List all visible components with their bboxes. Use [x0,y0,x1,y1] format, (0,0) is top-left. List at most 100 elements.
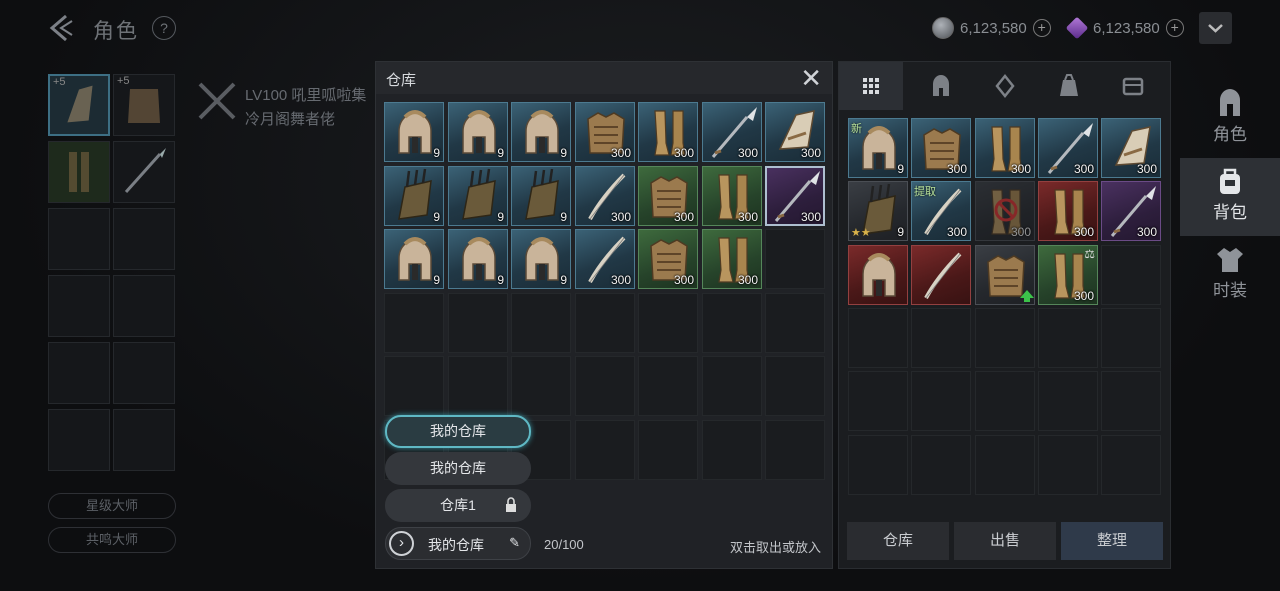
equip-slot-weapon[interactable] [113,141,175,203]
grid-icon[interactable] [839,62,903,110]
edit-pencil-icon[interactable]: ✎ [509,535,520,551]
warehouse-item[interactable]: 300 [702,229,762,289]
inventory-empty-slot[interactable] [1101,245,1161,305]
warehouse-empty-slot[interactable] [765,229,825,289]
inventory-empty-slot[interactable] [975,371,1035,431]
warehouse-item[interactable]: 300 [765,102,825,162]
add-silver-button[interactable]: + [1032,19,1051,37]
inventory-item[interactable]: 300 [975,181,1035,241]
inventory-item[interactable] [975,245,1035,305]
warehouse-item[interactable]: 9 [511,166,571,226]
warehouse-item[interactable]: 300 [638,102,698,162]
close-icon[interactable]: ✕ [800,65,822,91]
warehouse-item[interactable]: 9 [384,229,444,289]
empty-slot-necklace[interactable] [113,275,175,337]
warehouse-empty-slot[interactable] [575,293,635,353]
inventory-item[interactable]: 300 [911,118,971,178]
inventory-item[interactable] [911,245,971,305]
warehouse-empty-slot[interactable] [575,420,635,480]
nav-fashion[interactable]: 时装 [1180,236,1280,314]
inventory-empty-slot[interactable] [911,371,971,431]
warehouse-empty-slot[interactable] [702,420,762,480]
warehouse-empty-slot[interactable] [638,356,698,416]
resonance-master-button[interactable]: 共鸣大师 [48,527,176,553]
warehouse-empty-slot[interactable] [511,356,571,416]
nav-character[interactable]: 角色 [1180,80,1280,158]
inventory-empty-slot[interactable] [1101,371,1161,431]
warehouse-empty-slot[interactable] [384,356,444,416]
inventory-empty-slot[interactable] [848,308,908,368]
warehouse-item[interactable]: 300 [575,102,635,162]
warehouse-item[interactable]: 300 [575,166,635,226]
warehouse-empty-slot[interactable] [575,356,635,416]
warehouse-item[interactable]: 9 [448,229,508,289]
warehouse-empty-slot[interactable] [448,356,508,416]
inventory-item[interactable]: 300 [1038,181,1098,241]
warehouse-selector[interactable]: › 我的仓库 ✎ [385,527,531,560]
sort-button[interactable]: 整理 [1061,522,1163,560]
helmet-icon[interactable] [909,62,973,110]
inventory-item[interactable]: 300 [1038,118,1098,178]
back-chevron-icon[interactable] [44,12,76,44]
gem-icon[interactable] [973,62,1037,110]
empty-slot-cloak[interactable] [113,208,175,270]
inventory-empty-slot[interactable] [1038,371,1098,431]
nav-backpack[interactable]: 背包 [1180,158,1280,236]
empty-slot-ring[interactable] [48,275,110,337]
warehouse-item[interactable]: 9 [448,166,508,226]
inventory-item[interactable]: 300 ⚖ [1038,245,1098,305]
warehouse-button[interactable]: 仓库 [847,522,949,560]
warehouse-item[interactable]: 300 [702,166,762,226]
inventory-empty-slot[interactable] [1101,435,1161,495]
inventory-item[interactable] [848,245,908,305]
warehouse-empty-slot[interactable] [511,293,571,353]
warehouse-empty-slot[interactable] [384,293,444,353]
warehouse-item[interactable]: 300 [638,166,698,226]
star-master-button[interactable]: 星级大师 [48,493,176,519]
warehouse-item[interactable]: 9 [511,229,571,289]
warehouse-item[interactable]: 9 [448,102,508,162]
sell-button[interactable]: 出售 [954,522,1056,560]
inventory-empty-slot[interactable] [1038,435,1098,495]
chevron-right-icon[interactable]: › [389,531,414,556]
warehouse-option-my[interactable]: 我的仓库 [385,452,531,485]
inventory-empty-slot[interactable] [911,435,971,495]
empty-slot-accessory[interactable] [48,342,110,404]
inventory-item[interactable]: 300 [975,118,1035,178]
inventory-empty-slot[interactable] [911,308,971,368]
warehouse-empty-slot[interactable] [638,420,698,480]
empty-slot-accessory[interactable] [48,409,110,471]
warehouse-option-1[interactable]: 仓库1 [385,489,531,522]
warehouse-empty-slot[interactable] [765,293,825,353]
inventory-empty-slot[interactable] [975,435,1035,495]
empty-slot-accessory[interactable] [113,342,175,404]
inventory-item[interactable]: 9 ★★ [848,181,908,241]
warehouse-empty-slot[interactable] [702,356,762,416]
inventory-item[interactable]: 300 [1101,181,1161,241]
warehouse-item[interactable]: 9 [384,102,444,162]
warehouse-item[interactable]: 9 [511,102,571,162]
empty-slot-helmet[interactable] [48,208,110,270]
inventory-item[interactable]: 9新 [848,118,908,178]
empty-slot-accessory[interactable] [113,409,175,471]
bag-icon[interactable] [1037,62,1101,110]
warehouse-item[interactable]: 300 [765,166,825,226]
inventory-empty-slot[interactable] [975,308,1035,368]
chevron-down-icon[interactable] [1199,12,1232,44]
chest-icon[interactable] [1101,62,1165,110]
inventory-empty-slot[interactable] [1038,308,1098,368]
equip-slot-armor[interactable]: +5 [113,74,175,136]
equip-slot-greaves[interactable] [48,141,110,203]
inventory-item[interactable]: 300 [1101,118,1161,178]
inventory-item[interactable]: 300 提取 [911,181,971,241]
warehouse-item[interactable]: 300 [638,229,698,289]
warehouse-empty-slot[interactable] [638,293,698,353]
inventory-empty-slot[interactable] [848,371,908,431]
warehouse-option-my-active[interactable]: 我的仓库 [385,415,531,448]
inventory-empty-slot[interactable] [848,435,908,495]
inventory-empty-slot[interactable] [1101,308,1161,368]
warehouse-empty-slot[interactable] [448,293,508,353]
equip-slot-bracer[interactable]: +5 [48,74,110,136]
warehouse-empty-slot[interactable] [765,420,825,480]
warehouse-item[interactable]: 300 [575,229,635,289]
